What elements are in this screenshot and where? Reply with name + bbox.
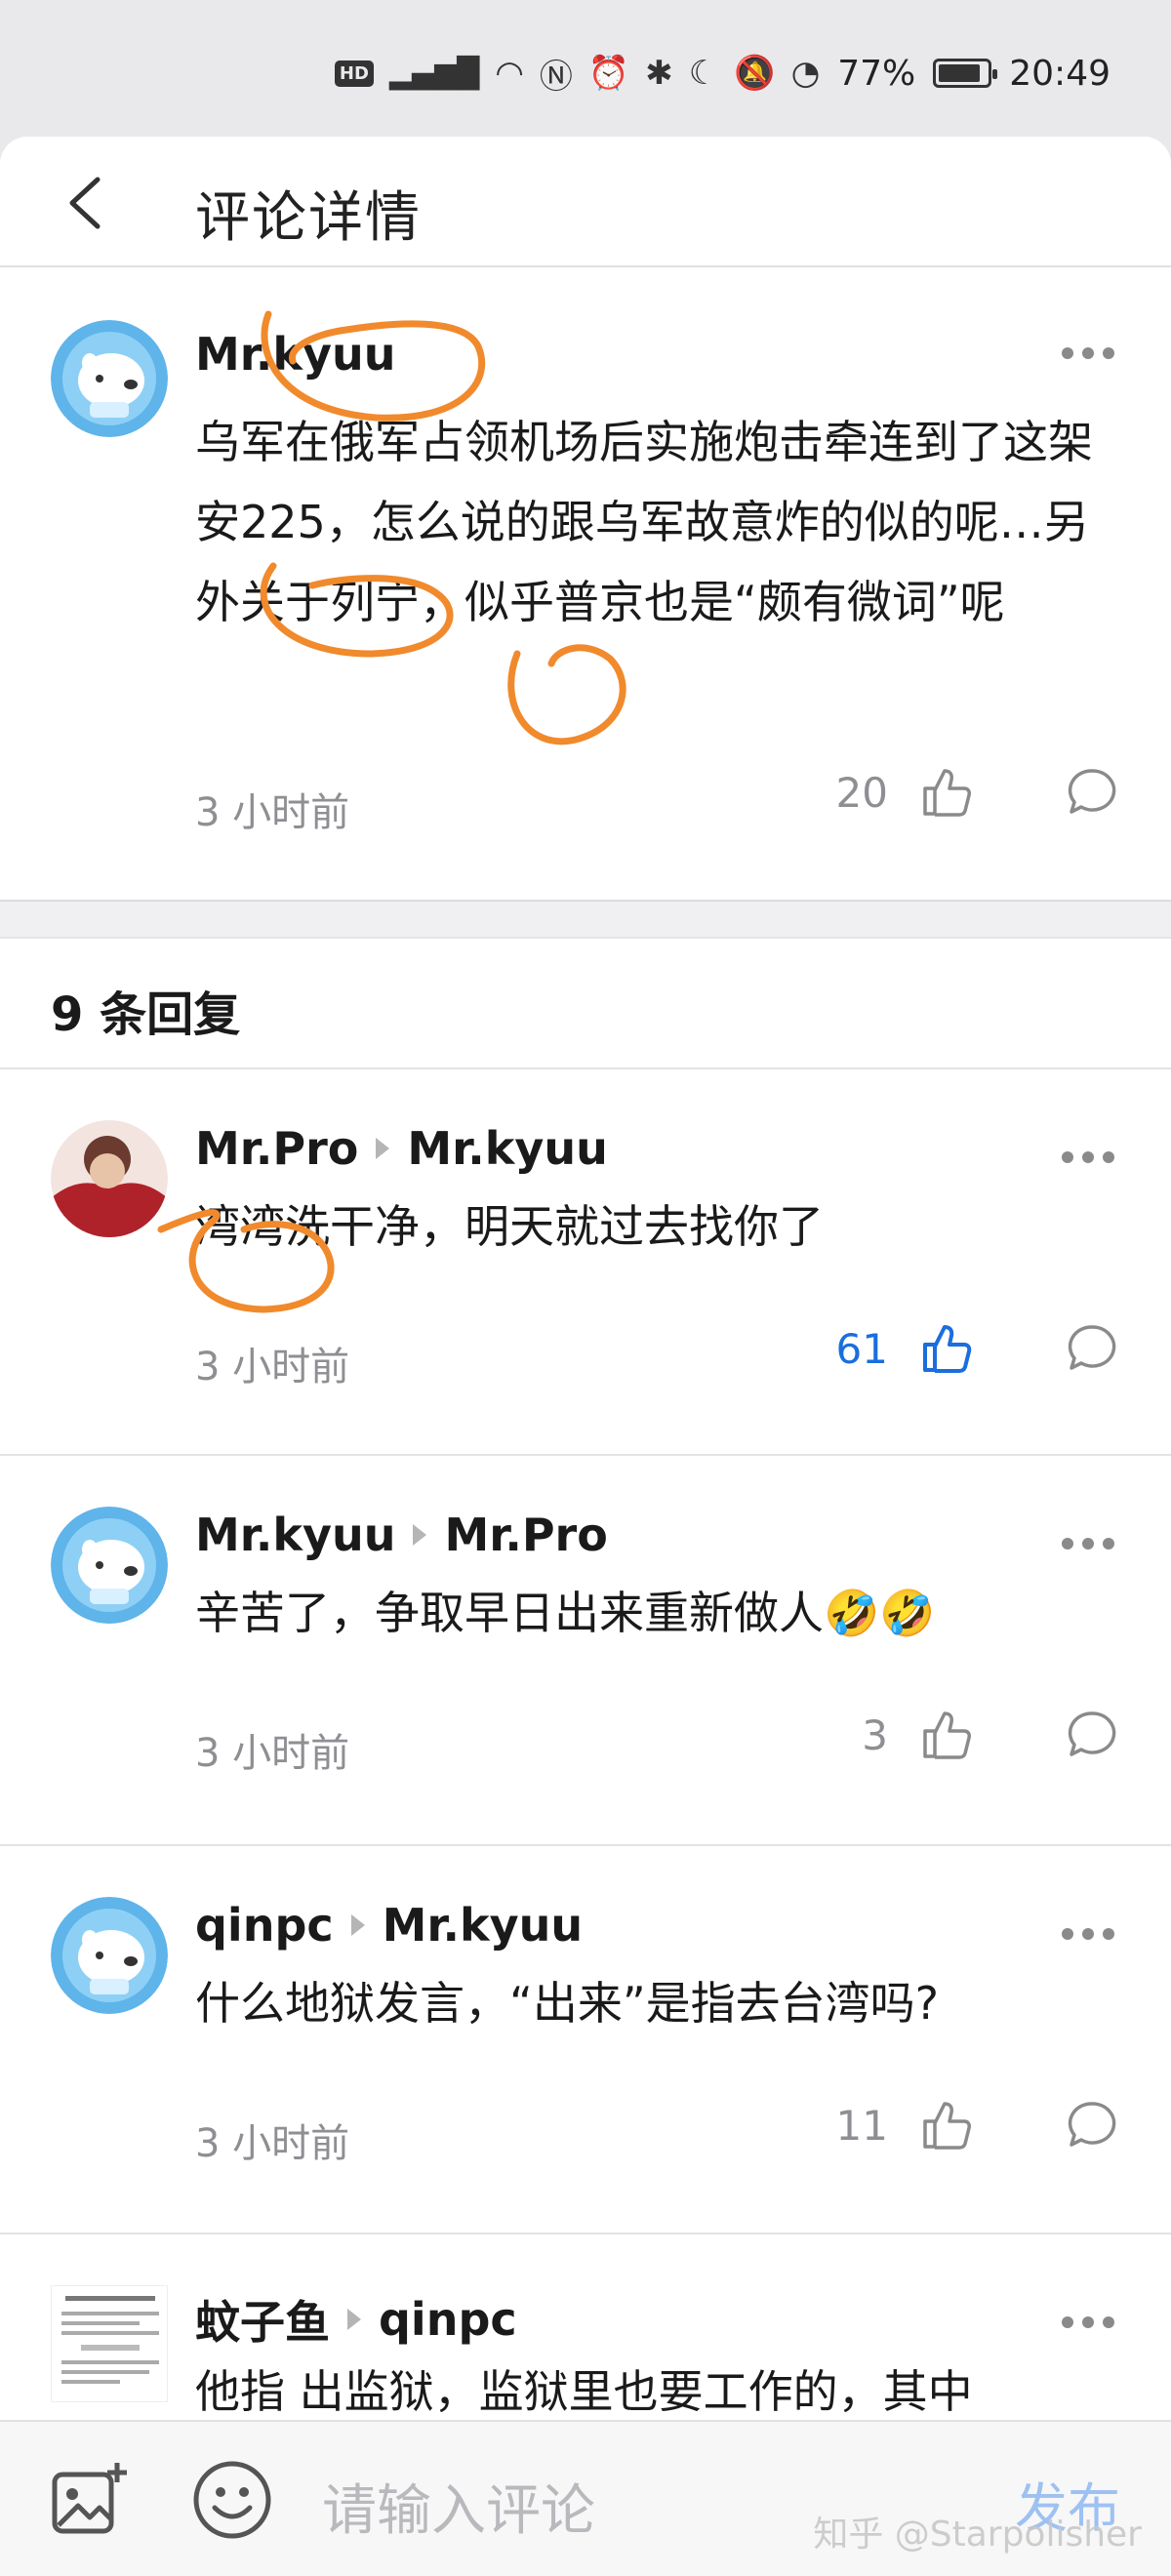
reply-time: 3 小时前 [195, 1345, 350, 1389]
section-gap [0, 900, 1171, 939]
thumbs-up-icon[interactable] [917, 763, 976, 822]
reply-item: 蚊子鱼 qinpc 他指 出监狱，监狱里也要工作的，其中 [0, 2234, 1171, 2420]
nfc-icon: Ⓝ [539, 57, 573, 97]
reply-arrow-icon [413, 1524, 427, 1546]
add-image-icon[interactable] [51, 2461, 129, 2539]
reply-to-user[interactable]: qinpc [379, 2293, 517, 2346]
reply-content: 湾湾洗干净，明天就过去找你了 [195, 1200, 824, 1253]
like-count: 11 [835, 2102, 888, 2150]
signal-icon: ▂▄▆█ [388, 56, 480, 91]
thumbs-up-icon[interactable] [917, 2096, 976, 2154]
comment-input[interactable]: 请输入评论 [322, 2467, 595, 2546]
reply-bubble-icon[interactable] [1064, 1706, 1122, 1764]
main-comment: Mr.kyuu 乌军在俄军占领机场后实施炮击牵连到了这架安225，怎么说的跟乌军… [0, 269, 1171, 900]
thumbs-up-active-icon[interactable] [917, 1319, 976, 1378]
user-photo-avatar-icon [51, 1120, 168, 1237]
reply-author[interactable]: Mr.Pro [195, 1122, 358, 1175]
more-icon[interactable] [1062, 347, 1120, 361]
reply-to-user[interactable]: Mr.Pro [444, 1509, 607, 1561]
clock: 20:49 [1009, 53, 1110, 94]
replies-count-title: 9 条回复 [51, 987, 241, 1042]
reply-item: Mr.kyuu Mr.Pro 辛苦了，争取早日出来重新做人🤣🤣 3 小时前 3 [0, 1456, 1171, 1844]
reply-author-line: qinpc Mr.kyuu [195, 1899, 583, 1952]
reply-time: 3 小时前 [195, 2121, 350, 2166]
battery-percent: 77% [837, 53, 916, 94]
avatar[interactable] [51, 2285, 168, 2402]
mute-icon: 🔕 [734, 54, 776, 93]
reply-content: 辛苦了，争取早日出来重新做人🤣🤣 [195, 1587, 936, 1639]
reply-to-user[interactable]: Mr.kyuu [383, 1899, 583, 1952]
avatar[interactable] [51, 1120, 168, 1237]
status-bar: HD ▂▄▆█ ◠ Ⓝ ⏰ ✱ ☾ 🔕 ◔ 77% 20:49 [0, 0, 1171, 146]
reply-author-line: Mr.Pro Mr.kyuu [195, 1122, 608, 1175]
avatar[interactable] [51, 320, 168, 437]
more-icon[interactable] [1062, 1151, 1120, 1165]
reply-to-user[interactable]: Mr.kyuu [407, 1122, 607, 1175]
avatar[interactable] [51, 1897, 168, 2014]
comment-author[interactable]: Mr.kyuu [195, 328, 395, 381]
back-icon[interactable] [59, 174, 117, 232]
battery-fill [939, 64, 980, 82]
more-icon[interactable] [1062, 2316, 1120, 2330]
avatar[interactable] [51, 1507, 168, 1624]
reply-author-line: Mr.kyuu Mr.Pro [195, 1509, 608, 1561]
moon-icon: ☾ [688, 54, 719, 93]
document-thumbnail-avatar-icon [52, 2286, 167, 2401]
watermark: 知乎 @Starpolisher [813, 2515, 1142, 2555]
reply-bubble-icon[interactable] [1064, 2096, 1122, 2154]
bear-avatar-icon [51, 320, 168, 437]
more-icon[interactable] [1062, 1928, 1120, 1942]
reply-author[interactable]: qinpc [195, 1899, 334, 1952]
bluetooth-icon: ✱ [645, 54, 673, 93]
emoji-icon[interactable] [191, 2459, 273, 2541]
battery-icon [933, 59, 998, 88]
more-icon[interactable] [1062, 1538, 1120, 1551]
reply-author[interactable]: 蚊子鱼 [195, 2287, 330, 2352]
reply-bubble-icon[interactable] [1064, 1319, 1122, 1378]
reply-author-line: 蚊子鱼 qinpc [195, 2287, 517, 2352]
wifi-icon: ◠ [495, 54, 524, 93]
reply-item: Mr.Pro Mr.kyuu 湾湾洗干净，明天就过去找你了 3 小时前 61 [0, 1069, 1171, 1454]
speed-icon: ◔ [790, 54, 821, 93]
comment-content: 乌军在俄军占领机场后实施炮击牵连到了这架安225，怎么说的跟乌军故意炸的似的呢…… [195, 416, 1093, 628]
bear-avatar-icon [51, 1507, 168, 1624]
reply-arrow-icon [350, 1914, 365, 1936]
reply-item: qinpc Mr.kyuu 什么地狱发言，“出来”是指去台湾吗? 3 小时前 1… [0, 1846, 1171, 2233]
reply-time: 3 小时前 [195, 1731, 350, 1776]
comment-author-line: Mr.kyuu [195, 328, 395, 381]
bear-avatar-icon [51, 1897, 168, 2014]
thumbs-up-icon[interactable] [917, 1706, 976, 1764]
reply-content: 他指 出监狱，监狱里也要工作的，其中 [195, 2365, 973, 2418]
reply-bubble-icon[interactable] [1064, 763, 1122, 822]
reply-arrow-icon [347, 2309, 361, 2330]
status-icons: HD ▂▄▆█ ◠ Ⓝ ⏰ ✱ ☾ 🔕 ◔ [334, 50, 821, 98]
comment-time: 3 小时前 [195, 790, 350, 835]
reply-author[interactable]: Mr.kyuu [195, 1509, 395, 1561]
alarm-icon: ⏰ [587, 54, 630, 93]
header: 评论详情 [0, 137, 1171, 267]
reply-arrow-icon [376, 1138, 390, 1159]
like-count: 20 [835, 769, 888, 817]
reply-content: 什么地狱发言，“出来”是指去台湾吗? [195, 1977, 940, 2030]
hd-icon: HD [334, 60, 374, 87]
like-count: 61 [835, 1325, 888, 1373]
page-title: 评论详情 [195, 186, 422, 250]
like-count: 3 [862, 1711, 888, 1759]
